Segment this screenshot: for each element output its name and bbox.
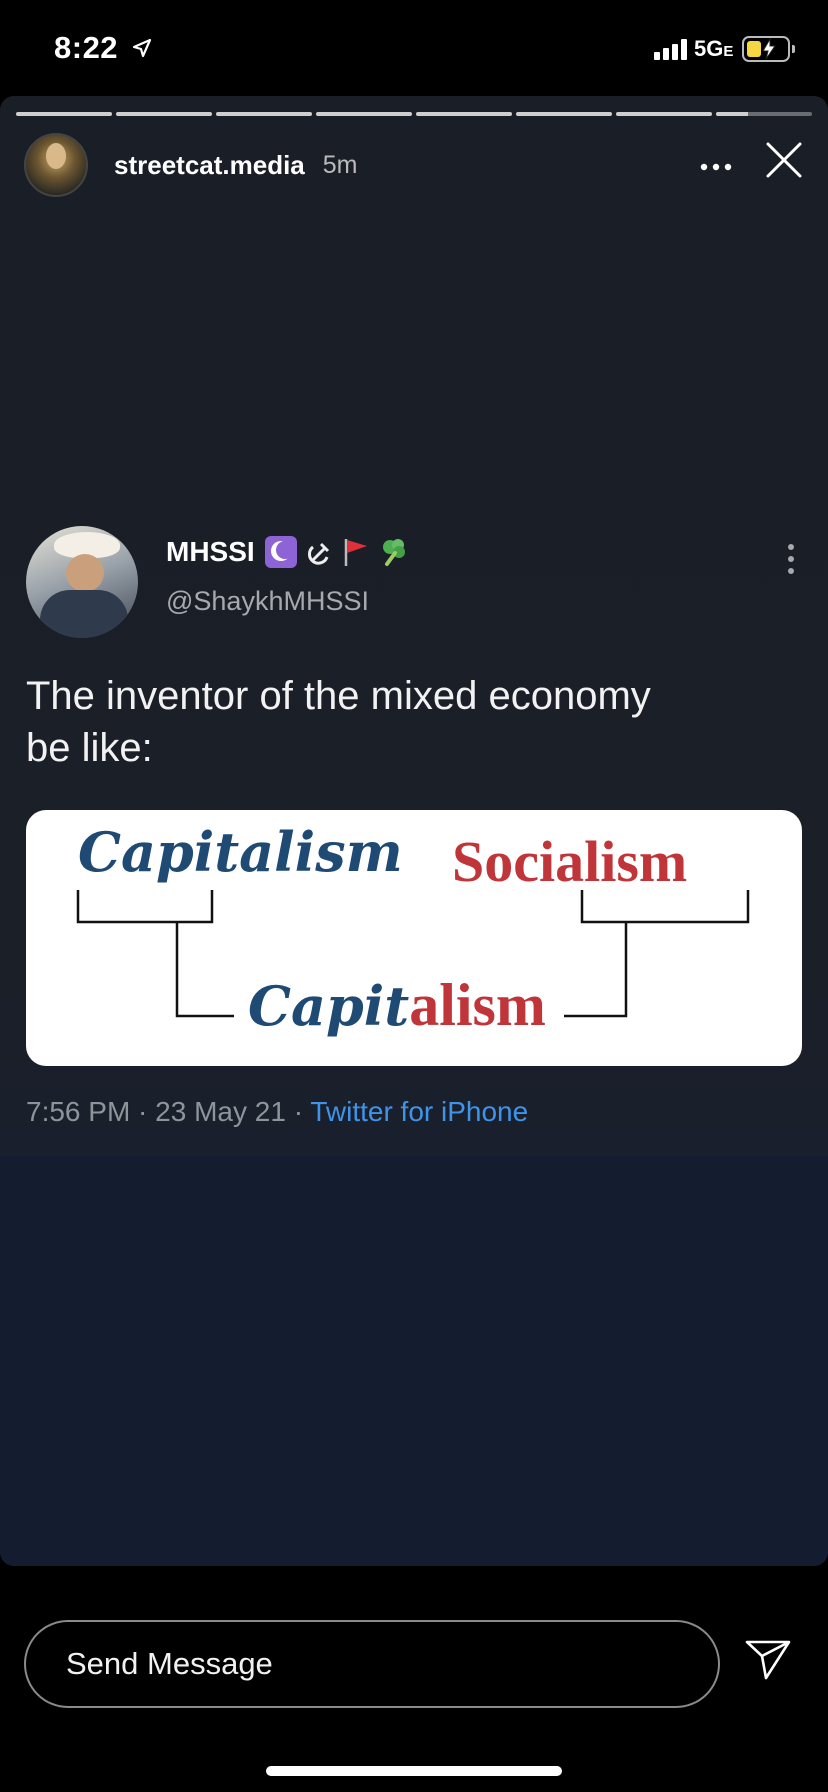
battery-charging-icon <box>742 36 795 62</box>
close-icon <box>766 142 802 178</box>
story-background-lower <box>0 1156 828 1566</box>
status-bar: 8:22 5GE <box>0 0 828 96</box>
tweet-display-name: MHSSI <box>166 536 409 568</box>
signal-icon <box>654 38 687 60</box>
hammer-sickle-icon <box>307 542 329 565</box>
home-indicator[interactable] <box>266 1766 562 1776</box>
location-arrow-icon <box>132 38 152 58</box>
broccoli-icon <box>382 539 405 566</box>
story-progress-bar <box>16 112 812 116</box>
tweet-handle: @ShaykhMHSSI <box>166 586 369 616</box>
send-icon[interactable] <box>744 1638 792 1682</box>
story-card[interactable]: streetcat.media 5m MHSSI @ShaykhMHSSI Th… <box>0 96 828 1566</box>
story-avatar[interactable] <box>24 133 88 197</box>
story-header: streetcat.media 5m <box>24 132 804 198</box>
meme-image: Capitalism Socialism Capitalism <box>26 810 802 1066</box>
tweet-card: MHSSI @ShaykhMHSSI The inventor of the m… <box>26 526 802 1128</box>
story-time-ago: 5m <box>322 150 358 179</box>
tweet-header: MHSSI @ShaykhMHSSI <box>26 526 802 642</box>
crescent-star-icon <box>264 536 297 568</box>
network-label: 5GE <box>694 36 734 61</box>
tweet-avatar <box>26 526 138 638</box>
meme-word-combined: Capitalism <box>248 972 546 1038</box>
send-message-input[interactable]: Send Message <box>24 1620 720 1708</box>
red-flag-icon <box>344 539 367 566</box>
progress-segment <box>516 112 612 116</box>
tweet-source: Twitter for iPhone <box>310 1096 529 1127</box>
tweet-text-line: The inventor of the mixed economy <box>26 674 651 718</box>
tweet-display-name-text: MHSSI <box>166 536 255 567</box>
progress-segment <box>316 112 412 116</box>
tweet-text: The inventor of the mixed economy be lik… <box>26 670 802 774</box>
send-message-placeholder: Send Message <box>66 1646 273 1681</box>
more-options-button[interactable] <box>700 152 732 172</box>
tweet-more-icon <box>788 544 796 580</box>
close-button[interactable] <box>764 140 804 185</box>
story-username[interactable]: streetcat.media <box>114 150 305 181</box>
progress-segment-current <box>716 112 812 116</box>
tweet-meta: 7:56 PM · 23 May 21 · Twitter for iPhone <box>26 1096 529 1127</box>
tweet-text-line: be like: <box>26 726 153 770</box>
ellipsis-icon <box>700 163 732 171</box>
status-time: 8:22 <box>54 30 119 65</box>
progress-segment <box>16 112 112 116</box>
progress-segment <box>416 112 512 116</box>
progress-segment <box>116 112 212 116</box>
progress-segment <box>216 112 312 116</box>
progress-segment <box>616 112 712 116</box>
reply-bar: Send Message <box>0 1566 828 1792</box>
